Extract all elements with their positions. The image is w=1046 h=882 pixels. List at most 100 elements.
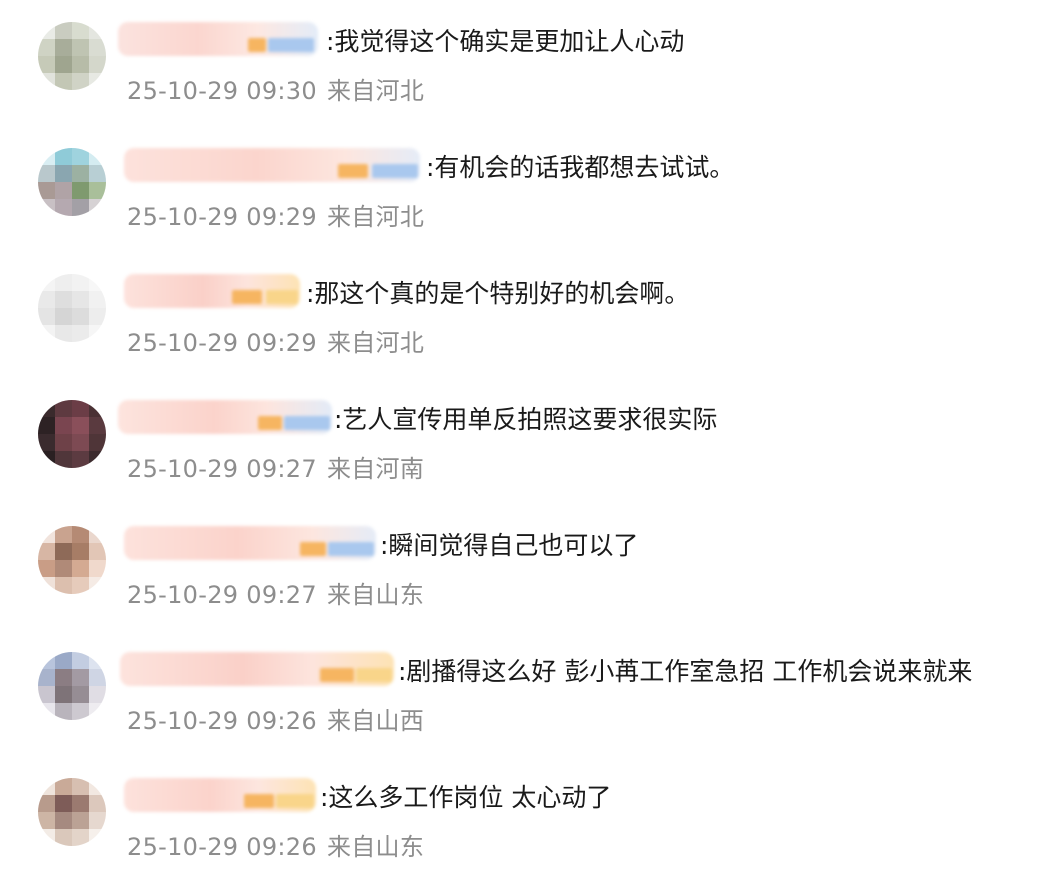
avatar-pixel [55, 308, 72, 325]
avatar-pixel [38, 39, 55, 56]
avatar-pixel [38, 148, 55, 165]
avatar-pixel [72, 400, 89, 417]
avatar-pixel [89, 165, 106, 182]
username-redacted[interactable] [124, 526, 376, 560]
comment-text: :有机会的话我都想去试试。 [426, 153, 735, 182]
avatar-pixel [89, 812, 106, 829]
comment-time: 25-10-29 09:27 [127, 581, 317, 609]
username-redacted[interactable] [118, 400, 332, 434]
comment-location: 来自山东 [326, 833, 425, 861]
avatar-pixel [72, 778, 89, 795]
avatar-pixel [89, 560, 106, 577]
avatar-pixel [55, 182, 72, 199]
comment-location: 来自山东 [326, 581, 425, 609]
avatar-pixel [89, 417, 106, 434]
avatar-pixel [72, 451, 89, 468]
comment-item: :剧播得这么好 彭小苒工作室急招 工作机会说来就来 25-10-29 09:26… [0, 630, 1046, 756]
avatar-pixel [72, 182, 89, 199]
avatar-pixel [55, 417, 72, 434]
avatar-pixel [89, 199, 106, 216]
comment-time: 25-10-29 09:26 [127, 707, 317, 735]
avatar[interactable] [38, 526, 106, 594]
avatar-pixel [89, 526, 106, 543]
avatar[interactable] [38, 148, 106, 216]
comment-text: :我觉得这个确实是更加让人心动 [326, 27, 685, 56]
avatar-pixel [89, 56, 106, 73]
avatar-pixel [55, 291, 72, 308]
avatar-pixel [89, 703, 106, 720]
avatar-pixel [72, 165, 89, 182]
avatar-pixel [89, 778, 106, 795]
avatar[interactable] [38, 400, 106, 468]
comment-text: :艺人宣传用单反拍照这要求很实际 [334, 405, 718, 434]
avatar-pixel [72, 199, 89, 216]
comment-item: :艺人宣传用单反拍照这要求很实际 25-10-29 09:27 来自河南 [0, 378, 1046, 504]
avatar-pixel [72, 795, 89, 812]
avatar-pixel [38, 73, 55, 90]
username-redacted[interactable] [120, 652, 394, 686]
avatar-pixel [72, 526, 89, 543]
avatar-pixel [55, 526, 72, 543]
username-redacted[interactable] [118, 22, 318, 56]
avatar-pixel [55, 795, 72, 812]
avatar-pixel [55, 577, 72, 594]
avatar-pixel [38, 652, 55, 669]
avatar-pixel [55, 778, 72, 795]
avatar-pixel [72, 577, 89, 594]
comment-item: :这么多工作岗位 太心动了 25-10-29 09:26 来自山东 [0, 756, 1046, 882]
avatar-pixel [72, 543, 89, 560]
avatar-pixel [72, 325, 89, 342]
avatar-pixel [55, 148, 72, 165]
avatar-pixel [72, 669, 89, 686]
avatar[interactable] [38, 778, 106, 846]
username-redacted[interactable] [124, 778, 316, 812]
avatar-pixel [72, 22, 89, 39]
avatar-pixel [38, 703, 55, 720]
comment-item: :那这个真的是个特别好的机会啊。 25-10-29 09:29 来自河北 [0, 252, 1046, 378]
avatar-pixel [72, 560, 89, 577]
avatar-pixel [38, 560, 55, 577]
avatar-pixel [72, 703, 89, 720]
comment-item: :有机会的话我都想去试试。 25-10-29 09:29 来自河北 [0, 126, 1046, 252]
avatar-pixel [89, 795, 106, 812]
avatar[interactable] [38, 22, 106, 90]
avatar-pixel [38, 829, 55, 846]
avatar-pixel [38, 308, 55, 325]
avatar-pixel [89, 291, 106, 308]
avatar[interactable] [38, 274, 106, 342]
avatar-pixel [72, 73, 89, 90]
avatar-pixel [55, 669, 72, 686]
comment-meta: 25-10-29 09:26 来自山西 [127, 701, 424, 736]
comment-time: 25-10-29 09:30 [127, 77, 317, 105]
avatar-pixel [55, 560, 72, 577]
avatar-pixel [38, 543, 55, 560]
avatar-pixel [55, 274, 72, 291]
avatar-pixel [38, 451, 55, 468]
avatar-pixel [72, 652, 89, 669]
comment-text: :瞬间觉得自己也可以了 [380, 531, 639, 560]
avatar-pixel [72, 39, 89, 56]
avatar-pixel [55, 39, 72, 56]
avatar-pixel [38, 56, 55, 73]
avatar-pixel [72, 274, 89, 291]
avatar-pixel [55, 703, 72, 720]
avatar-pixel [89, 73, 106, 90]
avatar[interactable] [38, 652, 106, 720]
avatar-pixel [38, 669, 55, 686]
username-redacted[interactable] [124, 274, 300, 308]
avatar-pixel [72, 686, 89, 703]
avatar-pixel [38, 778, 55, 795]
comment-meta: 25-10-29 09:29 来自河北 [127, 323, 424, 358]
avatar-pixel [72, 829, 89, 846]
avatar-pixel [89, 39, 106, 56]
avatar-pixel [72, 417, 89, 434]
avatar-pixel [38, 400, 55, 417]
comment-location: 来自河北 [326, 77, 425, 105]
avatar-pixel [38, 417, 55, 434]
comment-text: :剧播得这么好 彭小苒工作室急招 工作机会说来就来 [398, 657, 973, 686]
avatar-pixel [89, 686, 106, 703]
avatar-pixel [55, 165, 72, 182]
avatar-pixel [55, 325, 72, 342]
username-redacted[interactable] [124, 148, 420, 182]
comment-time: 25-10-29 09:26 [127, 833, 317, 861]
